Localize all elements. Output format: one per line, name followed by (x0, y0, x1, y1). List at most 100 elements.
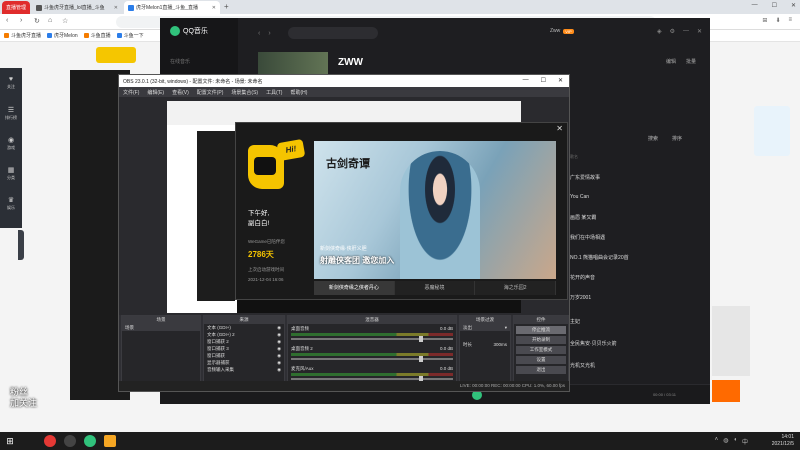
song-row[interactable]: 我们在中场相遇 (570, 234, 605, 241)
browser-tab[interactable]: 斗鱼虎牙直播_lol直播_斗鱼 ✕ (32, 1, 122, 14)
new-tab-button[interactable]: + (224, 2, 229, 11)
rail-item[interactable]: ▦ 分类 (0, 166, 22, 181)
back-icon[interactable]: ‹ (258, 30, 260, 37)
rail-item[interactable]: ☰ 排行榜 (0, 106, 22, 121)
menu-icon[interactable]: ≡ (788, 17, 792, 24)
browser-tab[interactable]: 直播管理 (2, 1, 30, 14)
duration-field[interactable]: 300ms (493, 341, 507, 348)
site-logo[interactable] (96, 47, 136, 63)
star-icon[interactable]: ☆ (62, 17, 68, 25)
song-row[interactable]: 光机又光机 (570, 362, 595, 369)
song-row[interactable]: 全民焦安·贝贝乐火箭 (570, 340, 617, 347)
minimize-icon[interactable]: — (683, 28, 689, 35)
start-recording-button[interactable]: 开始录制 (516, 336, 566, 344)
game-tab[interactable]: 恶魔秘境 (394, 281, 476, 295)
wegame-icon[interactable] (104, 435, 116, 447)
minimize-icon[interactable]: — (752, 2, 758, 9)
maximize-icon[interactable]: ☐ (772, 2, 777, 9)
bookmark-item[interactable]: 虎牙Melon (47, 32, 78, 39)
settings-button[interactable]: 设置 (516, 356, 566, 364)
close-icon[interactable]: ✕ (556, 124, 563, 133)
eye-icon[interactable]: ◉ (277, 352, 281, 359)
ime-icon[interactable]: 中 (742, 437, 748, 446)
extension-icon[interactable]: ⊞ (762, 17, 767, 24)
volume-fader[interactable] (291, 376, 453, 382)
qqmusic-user[interactable]: Zww VIP (550, 28, 574, 34)
song-row[interactable]: 画眉 某又霸 (570, 214, 596, 221)
close-icon[interactable]: ✕ (697, 28, 702, 35)
studio-mode-button[interactable]: 工作室模式 (516, 346, 566, 354)
song-row[interactable]: 广东爱情故事 (570, 174, 600, 181)
game-tab[interactable]: 海之乐园2 (475, 281, 557, 295)
scene-item[interactable]: 场景 (122, 324, 200, 331)
batch-link[interactable]: 批量 (686, 58, 696, 65)
stop-stream-button[interactable]: 停止推流 (516, 326, 566, 334)
minimize-icon[interactable]: — (523, 77, 529, 84)
song-row[interactable]: 花开的声音 (570, 274, 595, 281)
forward-icon[interactable]: › (268, 30, 270, 37)
browser-tab-active[interactable]: 虎牙Melon1直播_斗鱼_直播 ✕ (124, 1, 220, 14)
source-item[interactable]: 显示器捕获 ◉ (204, 359, 284, 366)
source-item[interactable]: 音频输入采集 ◉ (204, 366, 284, 373)
ad-banner[interactable] (754, 106, 790, 156)
source-item[interactable]: 文本 (GDI+) 2 ◉ (204, 331, 284, 338)
fader-knob[interactable] (419, 356, 423, 362)
close-icon[interactable]: ✕ (558, 77, 563, 84)
skin-icon[interactable]: ◈ (657, 28, 662, 35)
bookmark-item[interactable]: 斗鱼直播 (83, 32, 111, 39)
forward-icon[interactable]: › (20, 17, 22, 24)
rail-item[interactable]: ◉ 游戏 (0, 136, 22, 151)
menu-profile[interactable]: 配置文件(P) (197, 89, 224, 96)
song-row[interactable]: 万岁2001 (570, 294, 591, 301)
menu-tools[interactable]: 工具(T) (266, 89, 282, 96)
eye-icon[interactable]: ◉ (277, 324, 281, 331)
eye-icon[interactable]: ◉ (277, 359, 281, 366)
close-icon[interactable]: ✕ (114, 5, 118, 11)
edit-link[interactable]: 编辑 (666, 58, 676, 65)
sort-button[interactable]: 排序 (672, 135, 682, 142)
source-item[interactable]: 文本 (GDI+) ◉ (204, 324, 284, 331)
eye-icon[interactable]: ◉ (277, 366, 281, 373)
volume-fader[interactable] (291, 356, 453, 362)
volume-fader[interactable] (291, 336, 453, 342)
download-icon[interactable]: ⬇ (775, 17, 780, 24)
chevron-up-icon[interactable]: ˄ (715, 437, 719, 446)
eye-icon[interactable]: ◉ (277, 338, 281, 345)
rail-item[interactable]: ♥ 关注 (0, 76, 22, 90)
exit-button[interactable]: 退出 (516, 366, 566, 374)
song-row[interactable]: You Can (570, 194, 589, 200)
close-icon[interactable]: ✕ (212, 5, 216, 11)
menu-file[interactable]: 文件(F) (123, 89, 139, 96)
obs-icon[interactable] (64, 435, 76, 447)
windows-start-icon[interactable]: ⊞ (4, 435, 16, 447)
reload-icon[interactable]: ↻ (34, 17, 40, 25)
clock[interactable]: 14:01 2021/12/5 (772, 434, 794, 448)
menu-edit[interactable]: 编辑(E) (147, 89, 164, 96)
fader-knob[interactable] (419, 336, 423, 342)
bookmark-item[interactable]: 斗鱼虎牙直播 (4, 32, 41, 39)
chrome-icon[interactable] (44, 435, 56, 447)
volume-icon[interactable]: ◖ (733, 437, 737, 446)
search-in-list-button[interactable]: 搜索 (648, 135, 658, 142)
qqmusic-search-input[interactable] (288, 27, 378, 39)
song-row[interactable]: 主妃 (570, 318, 580, 325)
game-tab[interactable]: 新剑侠奇缘之侠者丹心 (314, 281, 395, 295)
maximize-icon[interactable]: ☐ (541, 77, 546, 84)
home-icon[interactable]: ⌂ (48, 17, 52, 24)
source-item[interactable]: 窗口捕获 ◉ (204, 352, 284, 359)
eye-icon[interactable]: ◉ (277, 331, 281, 338)
back-icon[interactable]: ‹ (6, 17, 8, 24)
game-banner[interactable]: 古剑奇谭 新剑侠奇缘·侠肝义胆 射雕侠客团 邀您加入 (314, 141, 556, 279)
bookmark-item[interactable]: 斗鱼一下 (116, 32, 144, 39)
song-row[interactable]: NO.1 熊猫唱曲会记录20首 (570, 254, 629, 261)
source-item[interactable]: 窗口捕获 2 ◉ (204, 338, 284, 345)
gift-button[interactable] (712, 380, 740, 402)
network-icon[interactable]: ◍ (723, 437, 728, 446)
menu-help[interactable]: 帮助(H) (290, 89, 307, 96)
close-icon[interactable]: ✕ (791, 2, 796, 9)
collapse-handle[interactable] (18, 230, 24, 260)
source-item[interactable]: 窗口捕获 3 ◉ (204, 345, 284, 352)
rail-item[interactable]: ♛ 娱乐 (0, 196, 22, 211)
transition-select[interactable]: 淡出 ▾ (460, 324, 510, 331)
settings-icon[interactable]: ⚙ (670, 28, 675, 35)
